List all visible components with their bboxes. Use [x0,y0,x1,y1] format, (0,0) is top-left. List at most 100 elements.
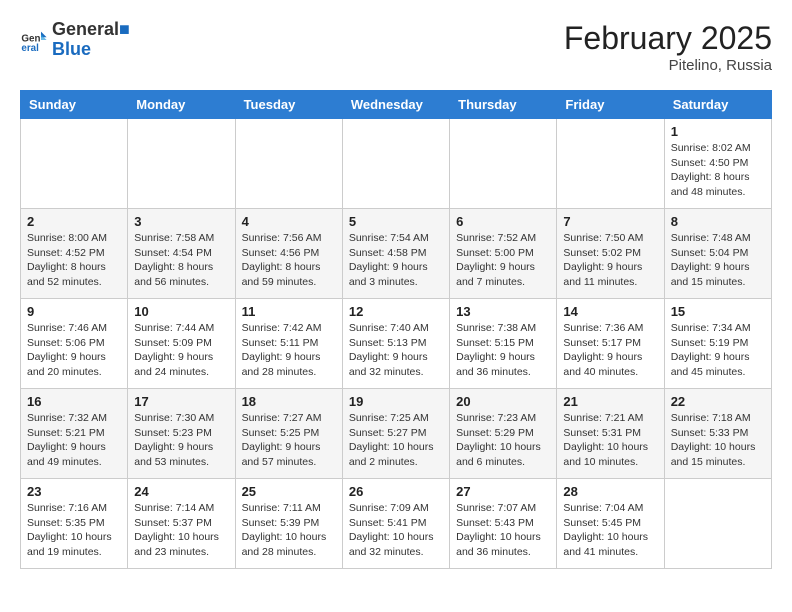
table-row: 14 Sunrise: 7:36 AM Sunset: 5:17 PM Dayli… [557,299,664,389]
title-block: February 2025 Pitelino, Russia [564,20,772,74]
day-info: Sunrise: 7:09 AM Sunset: 5:41 PM Dayligh… [349,501,443,560]
month-title: February 2025 [564,20,772,57]
day-number: 18 [242,394,336,409]
day-info: Sunrise: 7:50 AM Sunset: 5:02 PM Dayligh… [563,231,657,290]
table-row [557,119,664,209]
day-info: Sunrise: 7:07 AM Sunset: 5:43 PM Dayligh… [456,501,550,560]
table-row: 12Sunrise: 7:40 AM Sunset: 5:13 PM Dayli… [342,299,449,389]
table-row: 25 Sunrise: 7:11 AM Sunset: 5:39 PM Dayli… [235,479,342,569]
day-number: 16 [27,394,121,409]
day-number: 2 [27,214,121,229]
day-number: 14 [563,304,657,319]
day-info: Sunrise: 7:52 AM Sunset: 5:00 PM Dayligh… [456,231,550,290]
day-info: Sunrise: 7:46 AM Sunset: 5:06 PM Dayligh… [27,321,121,380]
day-number: 22 [671,394,765,409]
day-info: Sunrise: 7:11 AM Sunset: 5:39 PM Dayligh… [242,501,336,560]
table-row [21,119,128,209]
table-row: 24 Sunrise: 7:14 AM Sunset: 5:37 PM Dayli… [128,479,235,569]
table-row: 15 Sunrise: 7:34 AM Sunset: 5:19 PM Dayli… [664,299,771,389]
day-number: 24 [134,484,228,499]
svg-text:eral: eral [21,43,39,54]
table-row: 27 Sunrise: 7:07 AM Sunset: 5:43 PM Dayli… [450,479,557,569]
day-info: Sunrise: 7:30 AM Sunset: 5:23 PM Dayligh… [134,411,228,470]
day-info: Sunrise: 7:58 AM Sunset: 4:54 PM Dayligh… [134,231,228,290]
day-info: Sunrise: 7:54 AM Sunset: 4:58 PM Dayligh… [349,231,443,290]
table-row: 17 Sunrise: 7:30 AM Sunset: 5:23 PM Dayli… [128,389,235,479]
table-row: 9 Sunrise: 7:46 AM Sunset: 5:06 PM Daylig… [21,299,128,389]
day-number: 20 [456,394,550,409]
table-row: 26 Sunrise: 7:09 AM Sunset: 5:41 PM Dayli… [342,479,449,569]
day-number: 4 [242,214,336,229]
day-info: Sunrise: 7:36 AM Sunset: 5:17 PM Dayligh… [563,321,657,380]
col-thursday: Thursday [450,91,557,119]
table-row: 5 Sunrise: 7:54 AM Sunset: 4:58 PM Daylig… [342,209,449,299]
table-row: 4 Sunrise: 7:56 AM Sunset: 4:56 PM Daylig… [235,209,342,299]
logo-icon: Gen eral [20,26,48,54]
table-row: 7 Sunrise: 7:50 AM Sunset: 5:02 PM Daylig… [557,209,664,299]
calendar-week-row: 9 Sunrise: 7:46 AM Sunset: 5:06 PM Daylig… [21,299,772,389]
day-info: Sunrise: 7:38 AM Sunset: 5:15 PM Dayligh… [456,321,550,380]
table-row [664,479,771,569]
logo: Gen eral General■ Blue [20,20,130,60]
table-row [128,119,235,209]
table-row: 2Sunrise: 8:00 AM Sunset: 4:52 PM Daylig… [21,209,128,299]
calendar-table: Sunday Monday Tuesday Wednesday Thursday… [20,90,772,569]
day-number: 13 [456,304,550,319]
col-wednesday: Wednesday [342,91,449,119]
table-row: 8Sunrise: 7:48 AM Sunset: 5:04 PM Daylig… [664,209,771,299]
calendar-week-row: 23Sunrise: 7:16 AM Sunset: 5:35 PM Dayli… [21,479,772,569]
day-info: Sunrise: 7:04 AM Sunset: 5:45 PM Dayligh… [563,501,657,560]
location-subtitle: Pitelino, Russia [564,57,772,74]
col-friday: Friday [557,91,664,119]
table-row: 1 Sunrise: 8:02 AM Sunset: 4:50 PM Daylig… [664,119,771,209]
day-number: 26 [349,484,443,499]
day-number: 25 [242,484,336,499]
day-number: 9 [27,304,121,319]
day-number: 1 [671,124,765,139]
col-tuesday: Tuesday [235,91,342,119]
table-row: 11 Sunrise: 7:42 AM Sunset: 5:11 PM Dayli… [235,299,342,389]
day-number: 12 [349,304,443,319]
day-number: 19 [349,394,443,409]
calendar-header-row: Sunday Monday Tuesday Wednesday Thursday… [21,91,772,119]
day-info: Sunrise: 7:25 AM Sunset: 5:27 PM Dayligh… [349,411,443,470]
day-number: 8 [671,214,765,229]
col-sunday: Sunday [21,91,128,119]
day-info: Sunrise: 7:16 AM Sunset: 5:35 PM Dayligh… [27,501,121,560]
day-info: Sunrise: 7:14 AM Sunset: 5:37 PM Dayligh… [134,501,228,560]
day-number: 11 [242,304,336,319]
table-row: 21Sunrise: 7:21 AM Sunset: 5:31 PM Dayli… [557,389,664,479]
day-number: 5 [349,214,443,229]
day-info: Sunrise: 7:32 AM Sunset: 5:21 PM Dayligh… [27,411,121,470]
table-row: 6 Sunrise: 7:52 AM Sunset: 5:00 PM Daylig… [450,209,557,299]
page-header: Gen eral General■ Blue February 2025 Pit… [20,20,772,74]
day-info: Sunrise: 8:02 AM Sunset: 4:50 PM Dayligh… [671,141,765,200]
day-info: Sunrise: 7:56 AM Sunset: 4:56 PM Dayligh… [242,231,336,290]
logo-text: General■ Blue [52,20,130,60]
day-info: Sunrise: 7:21 AM Sunset: 5:31 PM Dayligh… [563,411,657,470]
day-number: 17 [134,394,228,409]
day-info: Sunrise: 7:42 AM Sunset: 5:11 PM Dayligh… [242,321,336,380]
table-row: 22Sunrise: 7:18 AM Sunset: 5:33 PM Dayli… [664,389,771,479]
day-number: 15 [671,304,765,319]
day-number: 6 [456,214,550,229]
day-number: 7 [563,214,657,229]
table-row: 28 Sunrise: 7:04 AM Sunset: 5:45 PM Dayli… [557,479,664,569]
table-row [342,119,449,209]
day-number: 27 [456,484,550,499]
calendar-week-row: 1 Sunrise: 8:02 AM Sunset: 4:50 PM Daylig… [21,119,772,209]
day-info: Sunrise: 7:44 AM Sunset: 5:09 PM Dayligh… [134,321,228,380]
col-saturday: Saturday [664,91,771,119]
table-row: 19 Sunrise: 7:25 AM Sunset: 5:27 PM Dayli… [342,389,449,479]
day-number: 28 [563,484,657,499]
table-row: 20 Sunrise: 7:23 AM Sunset: 5:29 PM Dayli… [450,389,557,479]
table-row: 23Sunrise: 7:16 AM Sunset: 5:35 PM Dayli… [21,479,128,569]
day-number: 10 [134,304,228,319]
day-info: Sunrise: 7:34 AM Sunset: 5:19 PM Dayligh… [671,321,765,380]
day-info: Sunrise: 7:23 AM Sunset: 5:29 PM Dayligh… [456,411,550,470]
day-number: 3 [134,214,228,229]
table-row [450,119,557,209]
col-monday: Monday [128,91,235,119]
table-row [235,119,342,209]
table-row: 18Sunrise: 7:27 AM Sunset: 5:25 PM Dayli… [235,389,342,479]
